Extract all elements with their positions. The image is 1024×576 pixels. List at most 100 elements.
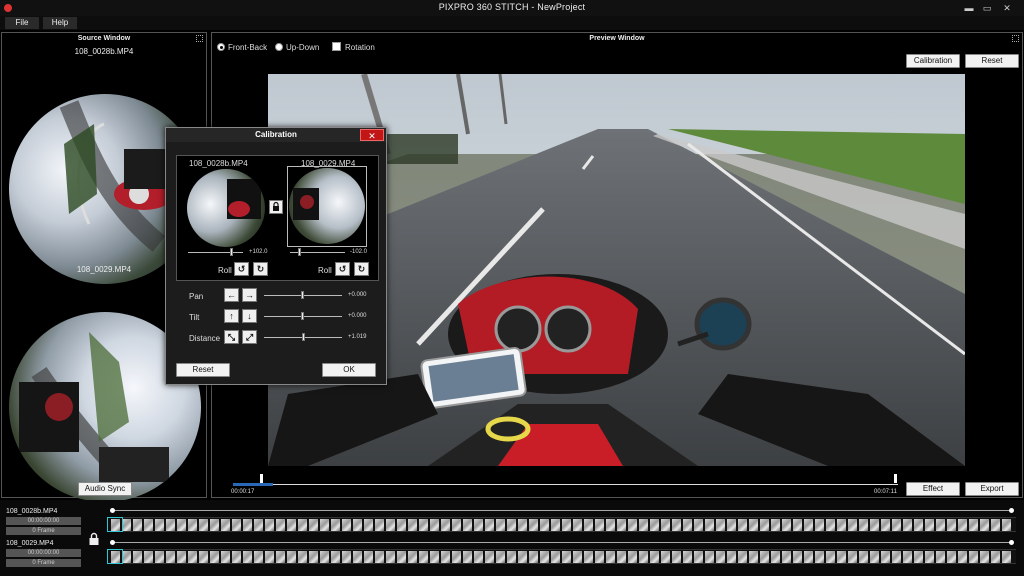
tilt-up-button[interactable]: ↑ — [224, 309, 239, 323]
rotation-label: Rotation — [345, 43, 375, 52]
reset-button[interactable]: Reset — [965, 54, 1019, 68]
track-1-time: 00:00:00:00 — [6, 517, 81, 525]
film-frame — [375, 551, 384, 563]
pan-left-button[interactable]: ← — [224, 288, 239, 302]
calibration-reset-button[interactable]: Reset — [176, 363, 230, 377]
roll-right-1-button[interactable]: ↻ — [253, 262, 268, 276]
maximize-button[interactable]: ▭ — [980, 2, 994, 14]
close-button[interactable]: ✕ — [1000, 2, 1014, 14]
film-frame — [980, 519, 989, 531]
distance-shrink-button[interactable]: ⤡ — [224, 330, 239, 344]
timeline-track[interactable] — [233, 484, 898, 485]
film-frame — [188, 551, 197, 563]
track-2-file: 108_0029.MP4 — [6, 540, 54, 547]
film-frame — [848, 551, 857, 563]
minimize-button[interactable]: ▬ — [962, 2, 976, 14]
calibration-ok-button[interactable]: OK — [322, 363, 376, 377]
distance-expand-button[interactable]: ⤢ — [242, 330, 257, 344]
timeline-lock-icon[interactable] — [87, 532, 101, 546]
tilt-value: +0.000 — [348, 313, 367, 319]
track-1-scrub-line[interactable] — [112, 510, 1012, 511]
film-frame — [617, 519, 626, 531]
pan-slider-thumb[interactable] — [301, 291, 304, 299]
film-frame — [1002, 551, 1011, 563]
film-frame — [859, 551, 868, 563]
calibration-value-2: -102.0 — [350, 249, 368, 255]
film-frame — [815, 551, 824, 563]
track-2-frame: 0 Frame — [6, 559, 81, 567]
film-frame — [573, 519, 582, 531]
film-frame — [551, 519, 560, 531]
calibration-close-button[interactable]: ✕ — [360, 129, 384, 141]
effect-button[interactable]: Effect — [906, 482, 960, 496]
roll-left-2-button[interactable]: ↺ — [335, 262, 350, 276]
calibration-slider-1[interactable] — [188, 252, 243, 253]
film-frame — [386, 551, 395, 563]
film-frame — [969, 519, 978, 531]
tilt-down-button[interactable]: ↓ — [242, 309, 257, 323]
track-1-end-knob[interactable] — [1009, 508, 1014, 513]
roll-left-1-button[interactable]: ↺ — [234, 262, 249, 276]
distance-label: Distance — [189, 334, 221, 343]
track-1-scrub-knob[interactable] — [110, 508, 115, 513]
film-frame — [892, 551, 901, 563]
rotation-checkbox[interactable] — [332, 42, 341, 51]
roll-right-2-button[interactable]: ↻ — [354, 262, 369, 276]
export-button[interactable]: Export — [965, 482, 1019, 496]
lock-icon[interactable] — [269, 200, 283, 214]
film-frame — [584, 519, 593, 531]
track-2-end-knob[interactable] — [1009, 540, 1014, 545]
film-frame — [177, 519, 186, 531]
pan-value: +0.000 — [348, 292, 367, 298]
expand-icon[interactable] — [196, 35, 203, 42]
preview-window-title: Preview Window — [589, 35, 645, 42]
track-1-filmstrip[interactable] — [108, 517, 1016, 532]
film-frame — [639, 551, 648, 563]
film-frame — [452, 551, 461, 563]
expand-icon: ⤢ — [245, 332, 254, 342]
calibration-slider-1-thumb[interactable] — [230, 248, 233, 256]
film-frame — [793, 551, 802, 563]
film-frame — [397, 519, 406, 531]
calibration-button[interactable]: Calibration — [906, 54, 960, 68]
menu-help[interactable]: Help — [43, 17, 77, 29]
film-frame — [925, 551, 934, 563]
arrow-up-icon: ↑ — [229, 311, 234, 321]
up-down-radio[interactable] — [275, 43, 283, 51]
calibration-slider-2-thumb[interactable] — [298, 248, 301, 256]
film-frame — [595, 519, 604, 531]
tilt-slider-thumb[interactable] — [301, 312, 304, 320]
expand-icon[interactable] — [1012, 35, 1019, 42]
front-back-label: Front-Back — [228, 43, 268, 52]
film-frame — [936, 551, 945, 563]
arrow-left-icon: ← — [227, 290, 236, 300]
film-frame — [144, 519, 153, 531]
pan-right-button[interactable]: → — [242, 288, 257, 302]
calibration-fisheye-1 — [187, 169, 265, 247]
track-2-filmstrip[interactable] — [108, 549, 1016, 564]
film-frame — [980, 551, 989, 563]
film-frame — [452, 519, 461, 531]
film-frame — [815, 519, 824, 531]
track-2-scrub-knob[interactable] — [110, 540, 115, 545]
film-frame — [738, 519, 747, 531]
film-frame — [760, 519, 769, 531]
pan-label: Pan — [189, 292, 204, 301]
audio-sync-button[interactable]: Audio Sync — [78, 482, 132, 496]
film-frame — [331, 519, 340, 531]
film-frame — [243, 551, 252, 563]
film-frame — [606, 519, 615, 531]
film-frame — [958, 519, 967, 531]
shrink-icon: ⤡ — [227, 332, 236, 342]
roll-label-2: Roll — [318, 266, 332, 275]
track-2-scrub-line[interactable] — [112, 542, 1012, 543]
distance-slider-thumb[interactable] — [302, 333, 305, 341]
film-frame — [771, 551, 780, 563]
film-frame — [155, 551, 164, 563]
track-1-frame: 0 Frame — [6, 527, 81, 535]
timeline-end-marker[interactable] — [894, 474, 897, 483]
front-back-radio[interactable] — [217, 43, 225, 51]
film-frame — [650, 551, 659, 563]
timeline-start-marker[interactable] — [260, 474, 263, 483]
menu-file[interactable]: File — [5, 17, 39, 29]
